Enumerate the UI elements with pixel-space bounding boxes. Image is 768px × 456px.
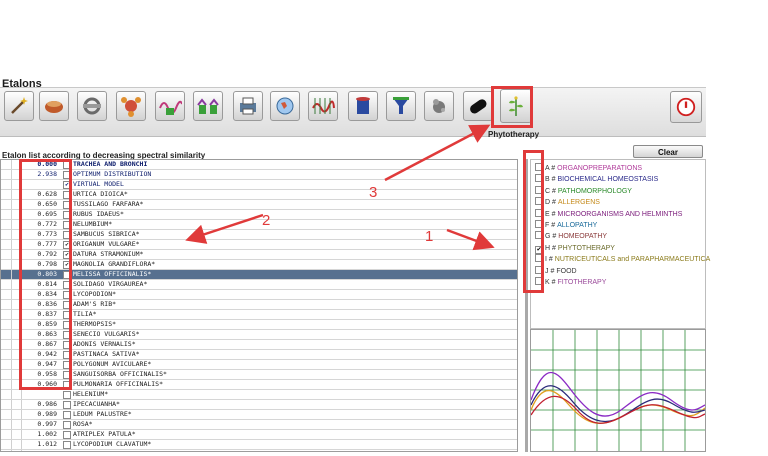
arrow-1	[446, 228, 495, 251]
arrow-2	[185, 213, 264, 244]
annotation-label-2: 2	[262, 212, 271, 229]
annotation-label-3: 3	[369, 184, 378, 201]
annotation-arrows	[185, 124, 495, 251]
arrow-3	[384, 124, 491, 182]
annotation-label-1: 1	[425, 228, 434, 245]
